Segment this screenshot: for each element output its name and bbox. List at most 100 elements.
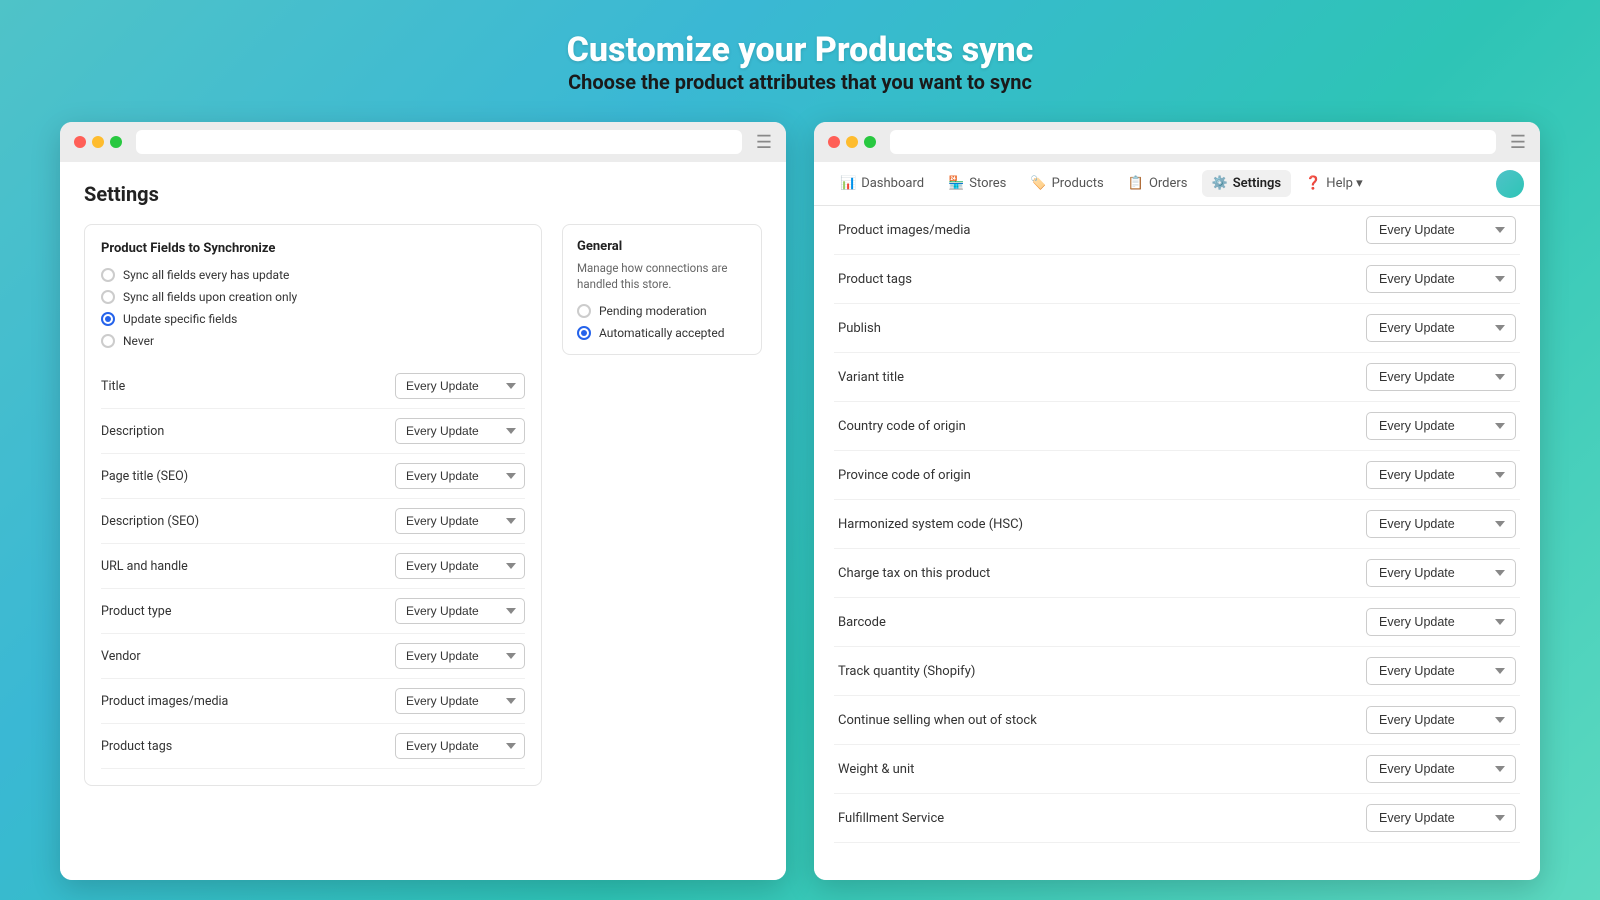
sync-label: Barcode [838, 615, 886, 630]
sync-label: Province code of origin [838, 468, 971, 483]
field-row: Product tagsEvery UpdateUpdate EveryNeve… [101, 724, 525, 769]
traffic-lights-left [74, 136, 122, 148]
sync-select[interactable]: Every UpdateUpdate EveryNever [1366, 559, 1516, 587]
nav-orders[interactable]: 📋 Orders [1118, 170, 1198, 197]
field-select[interactable]: Every UpdateUpdate EveryNever [395, 598, 525, 624]
field-select[interactable]: Every UpdateUpdate EveryNever [395, 463, 525, 489]
right-address-bar[interactable] [890, 130, 1496, 154]
sub-title: Choose the product attributes that you w… [567, 70, 1034, 94]
sync-select[interactable]: Every UpdateUpdate EveryNever [1366, 216, 1516, 244]
sync-field-table: Product images/mediaEvery UpdateUpdate E… [834, 206, 1520, 843]
address-bar[interactable] [136, 130, 742, 154]
left-panel: Product Fields to Synchronize Sync all f… [84, 224, 542, 860]
field-row: Vendor Every UpdateUpdate EveryNever [101, 634, 525, 679]
sync-row: Publish Every UpdateUpdate EveryNever [834, 304, 1520, 353]
field-label: URL and handle [101, 559, 188, 574]
traffic-lights-right [828, 136, 876, 148]
sync-row: Barcode Every UpdateUpdate EveryNever [834, 598, 1520, 647]
sync-row: Weight & unitEvery UpdateUpdate EveryNev… [834, 745, 1520, 794]
general-radio-circle-1 [577, 304, 591, 318]
sync-label: Harmonized system code (HSC) [838, 517, 1023, 532]
settings-icon: ⚙️ [1212, 176, 1228, 191]
field-select[interactable]: Every UpdateUpdate EveryNever [395, 373, 525, 399]
close-button[interactable] [74, 136, 86, 148]
sync-select[interactable]: Every UpdateUpdate EveryNever [1366, 510, 1516, 538]
right-close-button[interactable] [828, 136, 840, 148]
sync-row: Province code of origin Every UpdateUpdat… [834, 451, 1520, 500]
sync-select[interactable]: Every UpdateUpdate EveryNever [1366, 363, 1516, 391]
sync-select[interactable]: Every UpdateUpdate EveryNever [1366, 265, 1516, 293]
nav-products-label: Products [1052, 176, 1104, 191]
field-select[interactable]: Every UpdateUpdate EveryNever [395, 418, 525, 444]
radio-label-1: Sync all fields every has update [123, 268, 289, 282]
sync-select[interactable]: Every UpdateUpdate EveryNever [1366, 706, 1516, 734]
field-row: Title Every UpdateUpdate EveryNever [101, 364, 525, 409]
radio-label-2: Sync all fields upon creation only [123, 290, 297, 304]
radio-label-4: Never [123, 334, 154, 348]
sync-select[interactable]: Every UpdateUpdate EveryNever [1366, 804, 1516, 832]
field-select[interactable]: Every UpdateUpdate EveryNever [395, 508, 525, 534]
sync-select[interactable]: Every UpdateUpdate EveryNever [1366, 461, 1516, 489]
settings-panel: Product Fields to Synchronize Sync all f… [84, 224, 762, 860]
nav-dashboard-label: Dashboard [861, 176, 924, 191]
sync-label: Variant title [838, 370, 904, 385]
radio-item-2[interactable]: Sync all fields upon creation only [101, 290, 525, 304]
sync-select[interactable]: Every UpdateUpdate EveryNever [1366, 608, 1516, 636]
nav-dashboard[interactable]: 📊 Dashboard [830, 170, 934, 197]
minimize-button[interactable] [92, 136, 104, 148]
settings-title: Settings [84, 182, 762, 206]
nav-stores-label: Stores [969, 176, 1006, 191]
sync-label: Product tags [838, 272, 912, 287]
right-panel: General Manage how connections are handl… [562, 224, 762, 860]
right-menu-icon[interactable]: ☰ [1510, 132, 1526, 153]
general-radio-1[interactable]: Pending moderation [577, 304, 747, 318]
maximize-button[interactable] [110, 136, 122, 148]
products-icon: 🏷️ [1030, 176, 1046, 191]
radio-item-3[interactable]: Update specific fields [101, 312, 525, 326]
sync-label: Publish [838, 321, 881, 336]
field-label: Vendor [101, 649, 141, 664]
sync-row: Continue selling when out of stockEvery … [834, 696, 1520, 745]
nav-settings[interactable]: ⚙️ Settings [1202, 170, 1292, 197]
user-avatar[interactable] [1496, 170, 1524, 198]
nav-help-label: Help ▾ [1326, 176, 1362, 191]
sync-label: Country code of origin [838, 419, 966, 434]
radio-circle-2 [101, 290, 115, 304]
stores-icon: 🏪 [948, 176, 964, 191]
nav-stores[interactable]: 🏪 Stores [938, 170, 1016, 197]
field-label: Product images/media [101, 694, 228, 709]
sync-label: Track quantity (Shopify) [838, 664, 975, 679]
menu-icon[interactable]: ☰ [756, 132, 772, 153]
main-title: Customize your Products sync [567, 30, 1034, 70]
general-radio-label-2: Automatically accepted [599, 326, 724, 340]
help-icon: ❓ [1305, 176, 1321, 191]
radio-circle-3 [101, 312, 115, 326]
field-select[interactable]: Every UpdateUpdate EveryNever [395, 553, 525, 579]
field-select[interactable]: Every UpdateUpdate EveryNever [395, 643, 525, 669]
nav-help[interactable]: ❓ Help ▾ [1295, 170, 1373, 197]
right-minimize-button[interactable] [846, 136, 858, 148]
sync-label: Fulfillment Service [838, 811, 944, 826]
sync-select[interactable]: Every UpdateUpdate EveryNever [1366, 314, 1516, 342]
general-panel: General Manage how connections are handl… [562, 224, 762, 355]
sync-select[interactable]: Every UpdateUpdate EveryNever [1366, 412, 1516, 440]
field-select[interactable]: Every UpdateUpdate EveryNever [395, 688, 525, 714]
sync-row: Product images/mediaEvery UpdateUpdate E… [834, 206, 1520, 255]
radio-item-1[interactable]: Sync all fields every has update [101, 268, 525, 282]
left-window-content: Settings Product Fields to Synchronize S… [60, 162, 786, 880]
right-maximize-button[interactable] [864, 136, 876, 148]
field-row: DescriptionEvery UpdateUpdate EveryNever [101, 409, 525, 454]
radio-circle-4 [101, 334, 115, 348]
nav-products[interactable]: 🏷️ Products [1020, 170, 1113, 197]
right-scroll-area[interactable]: Product images/mediaEvery UpdateUpdate E… [814, 206, 1540, 880]
field-row: URL and handle Every UpdateUpdate EveryNe… [101, 544, 525, 589]
field-select[interactable]: Every UpdateUpdate EveryNever [395, 733, 525, 759]
general-radio-label-1: Pending moderation [599, 304, 707, 318]
product-fields-box: Product Fields to Synchronize Sync all f… [84, 224, 542, 786]
sync-row: Product tags Every UpdateUpdate EveryNeve… [834, 255, 1520, 304]
field-label: Title [101, 379, 125, 394]
general-radio-2[interactable]: Automatically accepted [577, 326, 747, 340]
sync-select[interactable]: Every UpdateUpdate EveryNever [1366, 755, 1516, 783]
sync-select[interactable]: Every UpdateUpdate EveryNever [1366, 657, 1516, 685]
radio-item-4[interactable]: Never [101, 334, 525, 348]
